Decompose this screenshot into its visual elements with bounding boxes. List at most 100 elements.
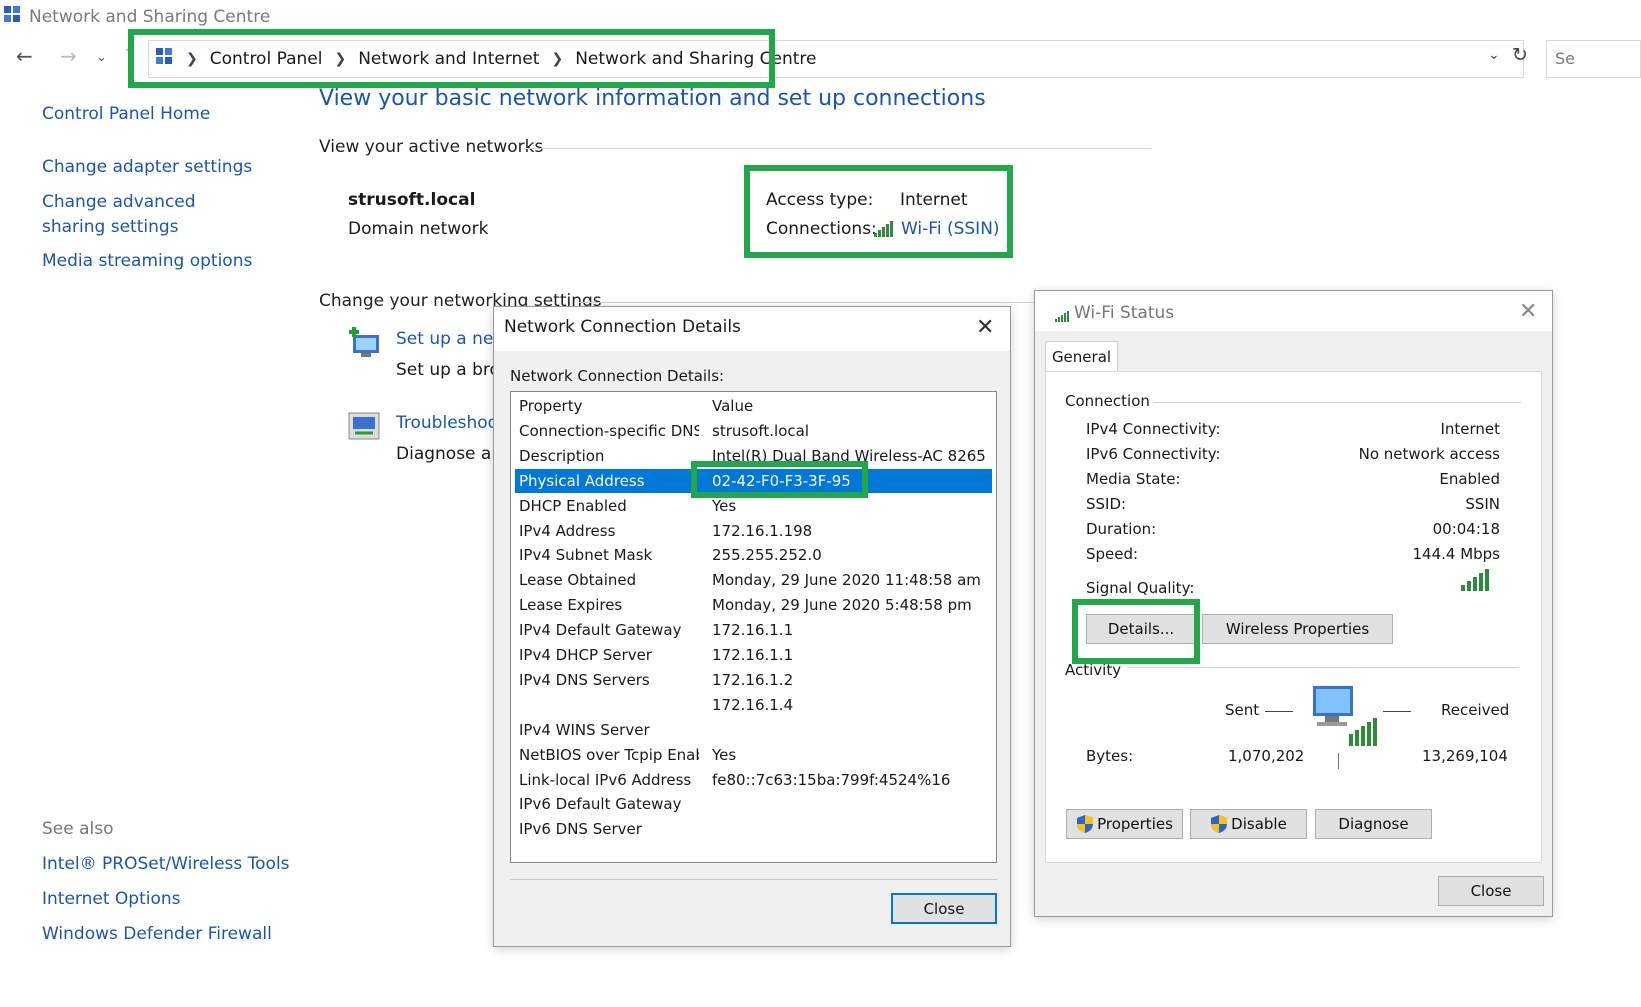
field-value: Enabled [1439, 470, 1500, 488]
field-label: IPv4 Connectivity: [1086, 420, 1221, 438]
field-label: Duration: [1086, 520, 1157, 538]
divider [1338, 753, 1339, 769]
nav-advanced-sharing[interactable]: Change advanced sharing settings [42, 190, 262, 240]
page-title: View your basic network information and … [319, 86, 986, 111]
dialog-title: Network Connection Details [504, 317, 741, 337]
table-row[interactable]: NetBIOS over Tcpip Enab... Yes [515, 743, 992, 767]
address-dropdown-icon[interactable]: ⌄ [1488, 47, 1500, 63]
signal-quality-icon [1461, 567, 1491, 595]
property-cell: IPv6 Default Gateway [519, 795, 682, 814]
troubleshoot-link[interactable]: Troubleshoot [396, 413, 505, 433]
divider [524, 148, 1151, 149]
property-cell: Physical Address [519, 471, 645, 490]
disable-button[interactable]: Disable [1190, 809, 1307, 839]
value-cell: Monday, 29 June 2020 5:48:58 pm [712, 596, 972, 615]
wireless-properties-button[interactable]: Wireless Properties [1202, 614, 1393, 644]
back-arrow-icon[interactable]: ← [16, 44, 33, 68]
field-value: 00:04:18 [1432, 520, 1500, 538]
see-also-internet-options[interactable]: Internet Options [42, 887, 181, 912]
network-type: Domain network [348, 219, 489, 239]
property-cell: IPv4 Address [519, 521, 616, 540]
table-row[interactable]: IPv6 DNS Server [515, 817, 992, 841]
network-name: strusoft.local [348, 190, 476, 210]
table-row[interactable]: Connection-specific DNS ... strusoft.loca… [515, 419, 992, 443]
table-row[interactable]: IPv6 Default Gateway [515, 792, 992, 816]
value-cell: 172.16.1.1 [712, 646, 794, 664]
value-cell: Yes [712, 745, 737, 764]
column-property[interactable]: Property [519, 394, 699, 418]
wifi-signal-icon [1055, 307, 1069, 326]
divider [1127, 667, 1519, 668]
setup-connection-link[interactable]: Set up a new [396, 329, 507, 349]
property-cell: IPv4 Subnet Mask [519, 546, 653, 565]
property-cell: NetBIOS over Tcpip Enab... [519, 745, 699, 764]
nav-change-adapter[interactable]: Change adapter settings [42, 155, 252, 180]
uac-shield-icon [1076, 814, 1094, 834]
received-label: Received [1441, 701, 1510, 719]
divider [1153, 402, 1521, 403]
table-row[interactable]: IPv4 WINS Server [515, 718, 992, 742]
table-row[interactable]: IPv4 Default Gateway 172.16.1.1 [515, 618, 992, 642]
property-cell: IPv4 DNS Servers [519, 670, 650, 689]
column-value[interactable]: Value [712, 394, 753, 418]
diagnose-button[interactable]: Diagnose [1315, 809, 1432, 839]
highlight-breadcrumb [128, 29, 775, 88]
sent-label: Sent [1225, 701, 1260, 719]
refresh-icon[interactable]: ↻ [1512, 44, 1528, 66]
app-icon [4, 6, 22, 28]
see-also-intel[interactable]: Intel® PROSet/Wireless Tools [42, 852, 290, 877]
table-row[interactable]: IPv4 Subnet Mask 255.255.252.0 [515, 543, 992, 567]
value-cell: fe80::7c63:15ba:799f:4524%16 [712, 770, 951, 789]
property-cell: IPv4 Default Gateway [519, 621, 682, 640]
divider [1265, 711, 1293, 712]
field-value: Internet [1440, 420, 1500, 438]
dialog-title: Wi-Fi Status [1074, 303, 1175, 323]
property-cell: Description [519, 446, 605, 465]
search-box[interactable]: Se [1546, 40, 1641, 78]
highlight-physical-address [691, 461, 868, 498]
recent-chevron-down-icon[interactable]: ⌄ [96, 50, 107, 65]
value-cell: strusoft.local [712, 421, 809, 440]
disable-label: Disable [1231, 815, 1287, 833]
field-label: IPv6 Connectivity: [1086, 445, 1221, 463]
properties-label: Properties [1097, 815, 1173, 833]
divider [578, 302, 1038, 303]
search-placeholder: Se [1555, 49, 1575, 68]
table-row[interactable]: IPv4 DHCP Server 172.16.1.1 [515, 643, 992, 667]
properties-button[interactable]: Properties [1066, 809, 1183, 839]
field-label: Media State: [1086, 470, 1181, 488]
see-also-firewall[interactable]: Windows Defender Firewall [42, 922, 272, 947]
tab-general[interactable]: General [1045, 341, 1118, 372]
network-activity-icon [1307, 684, 1377, 752]
property-cell: IPv4 DHCP Server [519, 646, 652, 664]
property-cell: Lease Obtained [519, 571, 637, 590]
window-title: Network and Sharing Centre [29, 7, 271, 27]
nav-media-streaming[interactable]: Media streaming options [42, 249, 252, 274]
close-button[interactable]: Close [1438, 876, 1544, 906]
troubleshoot-icon [347, 411, 383, 447]
setup-connection-icon [347, 327, 383, 365]
property-cell: Connection-specific DNS ... [519, 421, 699, 440]
table-row[interactable]: Link-local IPv6 Address fe80::7c63:15ba:7… [515, 768, 992, 792]
active-networks-label: View your active networks [319, 137, 544, 157]
table-row[interactable]: 172.16.1.4 [515, 693, 992, 717]
close-button[interactable]: Close [891, 893, 997, 924]
see-also-title: See also [42, 819, 114, 839]
value-cell: 172.16.1.198 [712, 521, 813, 540]
nav-control-panel-home[interactable]: Control Panel Home [42, 102, 210, 127]
table-row[interactable]: Lease Obtained Monday, 29 June 2020 11:48… [515, 568, 992, 592]
uac-shield-icon [1210, 814, 1228, 834]
close-icon[interactable]: ✕ [1519, 299, 1537, 324]
connection-label: Connection [1065, 392, 1150, 410]
divider [1383, 711, 1411, 712]
forward-arrow-icon[interactable]: → [60, 44, 77, 68]
bytes-sent-value: 1,070,202 [1228, 747, 1305, 765]
field-label: SSID: [1086, 495, 1127, 513]
table-row[interactable]: IPv4 DNS Servers 172.16.1.2 [515, 668, 992, 692]
field-value: SSIN [1465, 495, 1500, 513]
close-icon[interactable]: ✕ [976, 315, 994, 340]
value-cell: 172.16.1.4 [712, 695, 794, 714]
property-cell: IPv4 WINS Server [519, 720, 650, 739]
table-row[interactable]: Lease Expires Monday, 29 June 2020 5:48:5… [515, 593, 992, 617]
table-row[interactable]: IPv4 Address 172.16.1.198 [515, 519, 992, 543]
